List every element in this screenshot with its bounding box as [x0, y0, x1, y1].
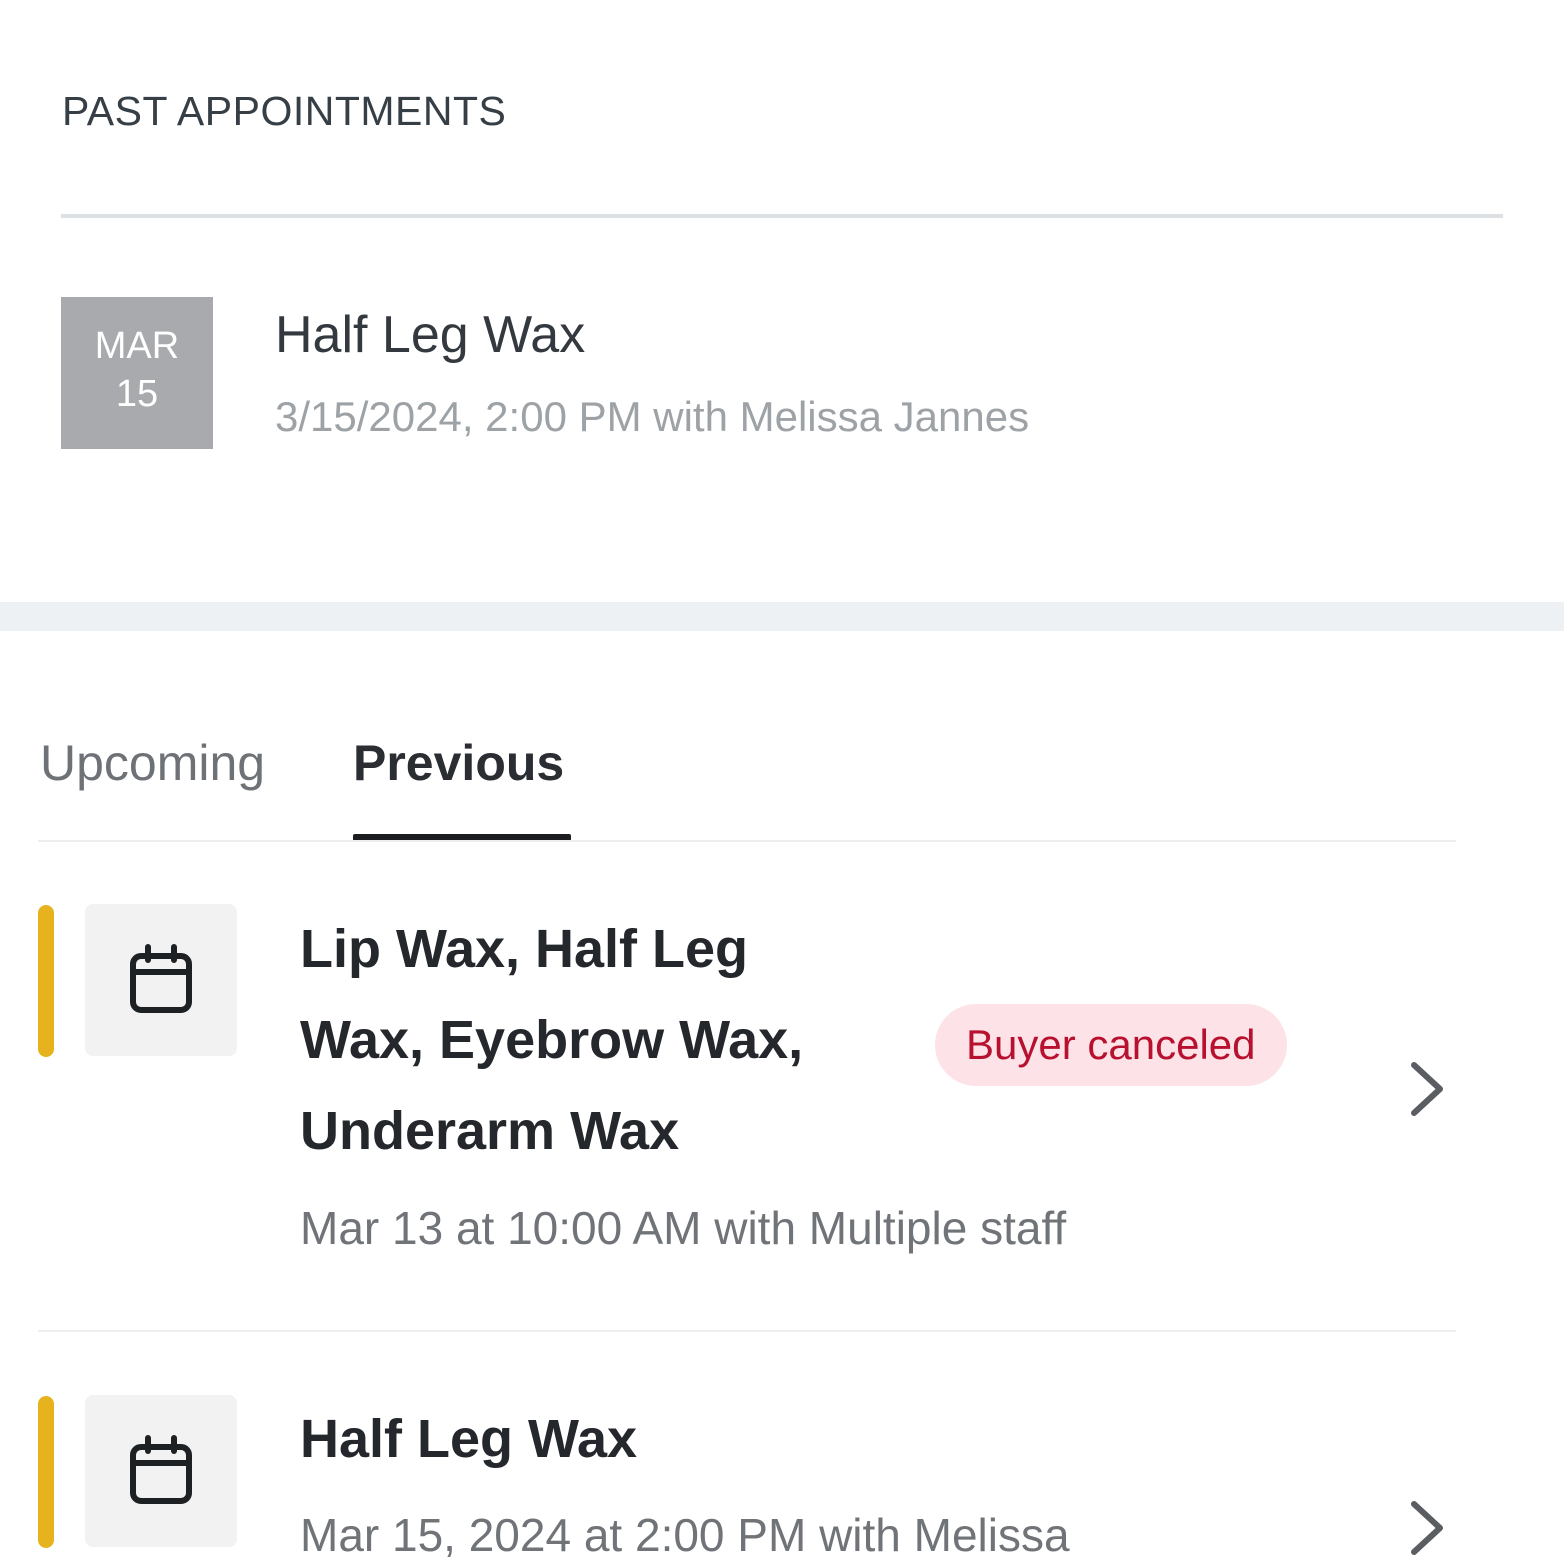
tab-previous[interactable]: Previous — [353, 734, 564, 792]
status-accent-bar — [38, 905, 54, 1057]
past-appointments-section: PAST APPOINTMENTS MAR 15 Half Leg Wax 3/… — [0, 0, 1564, 602]
appointment-title: Lip Wax, Half Leg Wax, Eyebrow Wax, Unde… — [300, 904, 803, 1177]
section-separator-band — [0, 602, 1564, 631]
appointment-title-line: Wax, Eyebrow Wax, — [300, 1010, 804, 1070]
past-appointment-details: 3/15/2024, 2:00 PM with Melissa Jannes — [275, 393, 1030, 440]
appointment-details: Mar 13 at 10:00 AM with Multiple staff — [300, 1202, 1067, 1254]
appointment-title-line: Underarm Wax — [300, 1101, 680, 1161]
tabs-divider — [38, 840, 1456, 842]
calendar-icon — [130, 1435, 192, 1504]
status-accent-bar — [38, 1396, 54, 1548]
status-badge: Buyer canceled — [935, 1004, 1287, 1086]
calendar-icon-container — [85, 904, 237, 1056]
calendar-icon-container — [85, 1395, 237, 1547]
past-appointment-title[interactable]: Half Leg Wax — [275, 305, 585, 365]
tab-upcoming[interactable]: Upcoming — [40, 734, 265, 792]
date-day: 15 — [115, 373, 159, 415]
appointment-title: Half Leg Wax — [300, 1394, 637, 1485]
date-month: MAR — [94, 325, 180, 367]
appointment-title-line: Lip Wax, Half Leg — [300, 919, 749, 979]
appointment-title-line: Half Leg Wax — [300, 1409, 638, 1469]
section-divider — [61, 214, 1503, 218]
chevron-right-icon[interactable] — [1404, 1498, 1452, 1558]
section-title: PAST APPOINTMENTS — [62, 88, 507, 134]
row-divider — [38, 1330, 1456, 1332]
date-badge: MAR 15 — [61, 297, 213, 449]
appointment-details: Mar 15, 2024 at 2:00 PM with Melissa — [300, 1509, 1070, 1561]
chevron-right-icon[interactable] — [1404, 1059, 1452, 1119]
calendar-icon — [130, 944, 192, 1013]
